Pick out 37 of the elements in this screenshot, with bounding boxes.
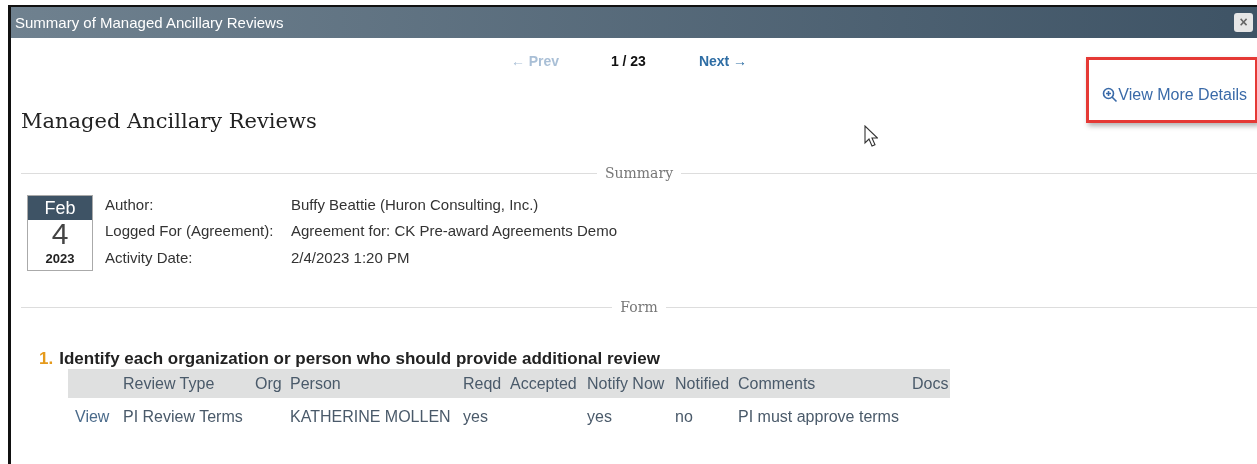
- column-header: Docs: [911, 374, 950, 393]
- field-label: Logged For (Agreement):: [105, 221, 275, 242]
- question-number: 1.: [39, 349, 54, 369]
- table-cell-text: KATHERINE MOLLEN: [289, 408, 452, 426]
- date-month: Feb: [28, 196, 92, 220]
- next-link[interactable]: Next →: [698, 53, 748, 73]
- column-header: Reqd: [462, 374, 503, 393]
- close-button[interactable]: ×: [1234, 13, 1253, 32]
- column-header: Person: [289, 374, 342, 393]
- table-cell-text: no: [674, 408, 694, 426]
- zoom-in-icon: [1102, 87, 1119, 103]
- window-title: Summary of Managed Ancillary Reviews: [15, 14, 284, 31]
- date-year: 2023: [44, 250, 76, 268]
- pointer-cursor-icon: [864, 125, 878, 147]
- view-more-details-link[interactable]: View More Details: [1102, 81, 1247, 109]
- column-header: Notified: [674, 374, 731, 393]
- date-day: 4: [28, 220, 92, 248]
- section-label: Form: [619, 299, 659, 315]
- column-header: Review Type: [122, 374, 216, 393]
- column-header: Org: [254, 374, 283, 393]
- view-link[interactable]: View: [68, 408, 118, 426]
- table-cell-text: yes: [586, 408, 613, 426]
- page-heading: Managed Ancillary Reviews: [21, 109, 318, 133]
- table-cell-text: yes: [462, 408, 489, 426]
- field-label: Author:: [105, 195, 155, 215]
- field-label: Activity Date:: [105, 247, 194, 268]
- field-value: 2/4/2023 1:20 PM: [291, 247, 411, 268]
- question-text: Identify each organization or person who should provide additional review: [59, 349, 660, 369]
- field-value: Buffy Beattie (Huron Consulting, Inc.): [291, 195, 540, 215]
- section-label: Summary: [603, 165, 675, 181]
- column-header: Notify Now: [586, 374, 666, 393]
- column-header: Comments: [737, 374, 817, 393]
- page-position: 1 / 23: [610, 53, 647, 71]
- table-cell-text: PI Review Terms: [122, 408, 244, 426]
- field-value: Agreement for: CK Pre-award Agreements Demo: [291, 221, 617, 242]
- table-cell-text: PI must approve terms: [737, 408, 900, 426]
- column-header: Accepted: [509, 374, 578, 393]
